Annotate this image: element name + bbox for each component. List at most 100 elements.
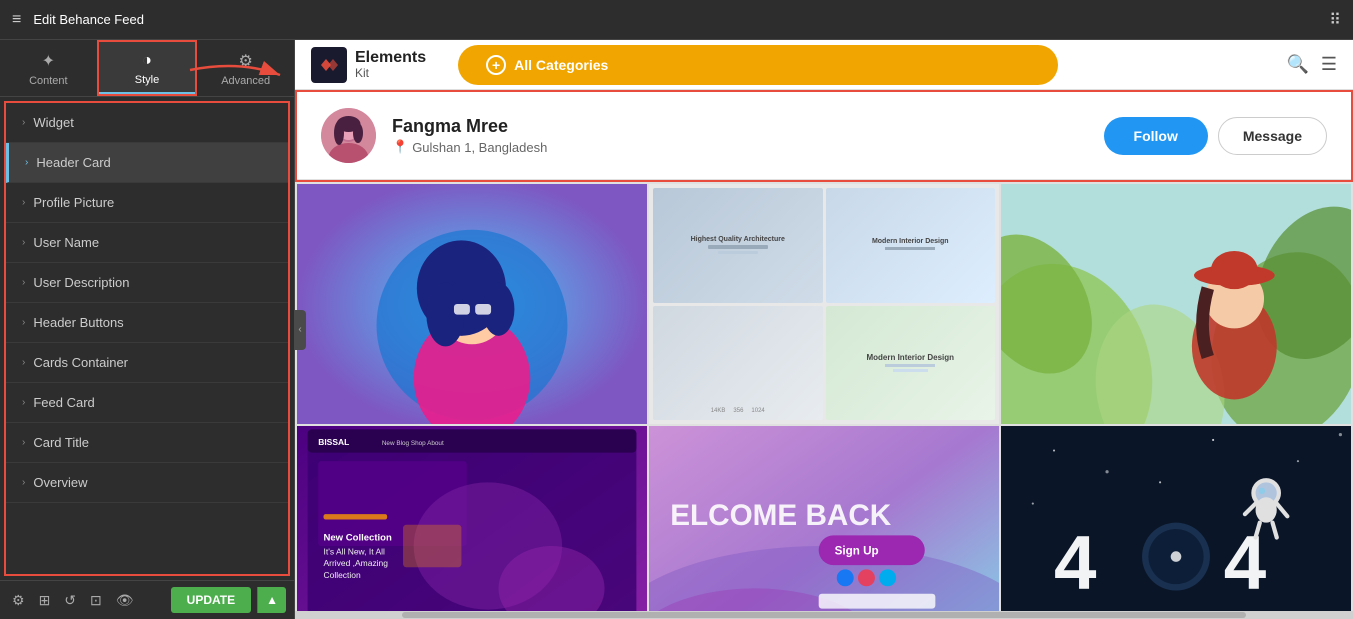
chevron-right-icon-3: › <box>22 197 25 208</box>
menu-icon[interactable]: ☰ <box>1321 54 1337 75</box>
tab-content[interactable]: ✦ Content <box>0 40 97 96</box>
style-tab-icon: ◑ <box>142 52 152 70</box>
profile-info: Fangma Mree 📍 Gulshan 1, Bangladesh <box>392 116 1088 155</box>
chevron-right-icon: › <box>22 117 25 128</box>
sidebar-item-cards-container-label: Cards Container <box>33 355 272 370</box>
profile-name: Fangma Mree <box>392 116 1088 137</box>
grid-item-1[interactable] <box>297 184 647 424</box>
sidebar-item-header-card[interactable]: › Header Card <box>6 143 288 183</box>
elements-kit-logo: Elements Kit <box>311 47 426 83</box>
follow-button[interactable]: Follow <box>1104 117 1208 155</box>
hamburger-menu-icon[interactable]: ≡ <box>12 11 21 29</box>
tab-bar: ✦ Content ◑ Style ⚙ Advanced <box>0 40 294 97</box>
arch-thumb-1: Highest Quality Architecture <box>653 188 823 303</box>
grid-item-2[interactable]: Highest Quality Architecture Modern Inte… <box>649 184 999 424</box>
responsive-icon[interactable]: ⊡ <box>86 588 106 613</box>
ek-logo-icon <box>311 47 347 83</box>
profile-avatar <box>321 108 376 163</box>
svg-text:Sign Up: Sign Up <box>835 544 879 557</box>
tab-style[interactable]: ◑ Style <box>97 40 198 96</box>
sidebar-item-overview-label: Overview <box>33 475 272 490</box>
ek-logo-sub: Kit <box>355 66 426 80</box>
sidebar-item-feed-card[interactable]: › Feed Card <box>6 383 288 423</box>
behance-header-wrapper: Fangma Mree 📍 Gulshan 1, Bangladesh Foll… <box>295 90 1353 182</box>
message-button[interactable]: Message <box>1218 117 1327 155</box>
svg-text:Arrived ,Amazing: Arrived ,Amazing <box>324 558 389 568</box>
all-categories-button[interactable]: + All Categories <box>458 45 1058 85</box>
sidebar-item-header-card-label: Header Card <box>36 155 272 170</box>
settings-icon[interactable]: ⚙ <box>8 588 29 613</box>
top-bar: ≡ Edit Behance Feed ⠿ <box>0 0 1353 40</box>
grid-item-5[interactable]: ELCOME BACK Sign Up <box>649 426 999 611</box>
chevron-right-icon-8: › <box>22 397 25 408</box>
elementor-topbar: Elements Kit + All Categories 🔍 ☰ <box>295 40 1353 90</box>
arch-thumb-4: Modern Interior Design <box>826 306 996 421</box>
chevron-right-icon-2: › <box>25 157 28 168</box>
update-button[interactable]: UPDATE <box>171 587 251 613</box>
svg-text:New Blog Shop About: New Blog Shop About <box>382 440 444 447</box>
sidebar-item-card-title[interactable]: › Card Title <box>6 423 288 463</box>
chevron-right-icon-10: › <box>22 477 25 488</box>
sidebar-item-user-name-label: User Name <box>33 235 272 250</box>
behance-header: Fangma Mree 📍 Gulshan 1, Bangladesh Foll… <box>297 92 1351 180</box>
layers-icon[interactable]: ⊞ <box>35 588 55 613</box>
search-icon[interactable]: 🔍 <box>1286 54 1308 75</box>
tab-advanced-label: Advanced <box>221 75 270 87</box>
tab-style-label: Style <box>135 74 159 86</box>
profile-location: 📍 Gulshan 1, Bangladesh <box>392 139 1088 155</box>
sidebar-item-cards-container[interactable]: › Cards Container <box>6 343 288 383</box>
grid-item-6[interactable]: 4 4 <box>1001 426 1351 611</box>
tab-content-label: Content <box>29 75 68 87</box>
svg-text:Collection: Collection <box>324 570 361 580</box>
sidebar-nav: › Widget › Header Card › Profile Picture… <box>4 101 290 576</box>
sidebar-item-widget-label: Widget <box>33 115 272 130</box>
grid-item-3[interactable] <box>1001 184 1351 424</box>
content-area: Elements Kit + All Categories 🔍 ☰ <box>295 40 1353 619</box>
chevron-right-icon-6: › <box>22 317 25 328</box>
history-icon[interactable]: ↺ <box>60 588 80 613</box>
sidebar-collapse-handle[interactable]: ‹ <box>294 310 306 350</box>
preview-area: Fangma Mree 📍 Gulshan 1, Bangladesh Foll… <box>295 90 1353 611</box>
sidebar-item-widget[interactable]: › Widget <box>6 103 288 143</box>
arch-thumb-3: 14KB3561024 <box>653 306 823 421</box>
tab-advanced[interactable]: ⚙ Advanced <box>197 40 294 96</box>
topbar-right: 🔍 ☰ <box>1286 54 1337 75</box>
svg-text:4: 4 <box>1224 520 1267 605</box>
horizontal-scrollbar[interactable] <box>295 611 1353 619</box>
profile-buttons: Follow Message <box>1104 117 1327 155</box>
chevron-right-icon-7: › <box>22 357 25 368</box>
sidebar-item-user-description-label: User Description <box>33 275 272 290</box>
chevron-right-icon-5: › <box>22 277 25 288</box>
location-icon: 📍 <box>392 139 408 155</box>
sidebar-item-user-description[interactable]: › User Description <box>6 263 288 303</box>
chevron-right-icon-9: › <box>22 437 25 448</box>
sidebar-item-profile-picture-label: Profile Picture <box>33 195 272 210</box>
sidebar-item-profile-picture[interactable]: › Profile Picture <box>6 183 288 223</box>
bottom-toolbar: ⚙ ⊞ ↺ ⊡ 👁 UPDATE ▲ <box>0 580 294 619</box>
image-grid: Highest Quality Architecture Modern Inte… <box>295 182 1353 611</box>
arch-thumb-2: Modern Interior Design <box>826 188 996 303</box>
page-title: Edit Behance Feed <box>33 12 1317 27</box>
ek-logo-text-block: Elements Kit <box>355 49 426 81</box>
sidebar-item-header-buttons-label: Header Buttons <box>33 315 272 330</box>
update-arrow-button[interactable]: ▲ <box>257 587 286 613</box>
chevron-right-icon-4: › <box>22 237 25 248</box>
all-categories-label: All Categories <box>514 57 608 73</box>
sidebar-item-user-name[interactable]: › User Name <box>6 223 288 263</box>
content-tab-icon: ✦ <box>42 51 55 71</box>
sidebar-item-card-title-label: Card Title <box>33 435 272 450</box>
sidebar-item-overview[interactable]: › Overview <box>6 463 288 503</box>
grid-icon[interactable]: ⠿ <box>1329 10 1341 30</box>
svg-text:ELCOME BACK: ELCOME BACK <box>670 499 892 532</box>
preview-icon[interactable]: 👁 <box>112 588 138 613</box>
svg-text:New Collection: New Collection <box>324 533 392 544</box>
svg-text:It's All New, It All: It's All New, It All <box>324 546 386 556</box>
main-layout: ✦ Content ◑ Style ⚙ Advanced › Widget › … <box>0 40 1353 619</box>
ek-logo-name: Elements <box>355 49 426 67</box>
svg-text:BISSAL: BISSAL <box>318 437 349 447</box>
grid-item-4[interactable]: BISSAL New Blog Shop About New Collectio… <box>297 426 647 611</box>
sidebar: ✦ Content ◑ Style ⚙ Advanced › Widget › … <box>0 40 295 619</box>
svg-text:4: 4 <box>1054 520 1097 605</box>
sidebar-item-header-buttons[interactable]: › Header Buttons <box>6 303 288 343</box>
location-text: Gulshan 1, Bangladesh <box>412 140 547 155</box>
